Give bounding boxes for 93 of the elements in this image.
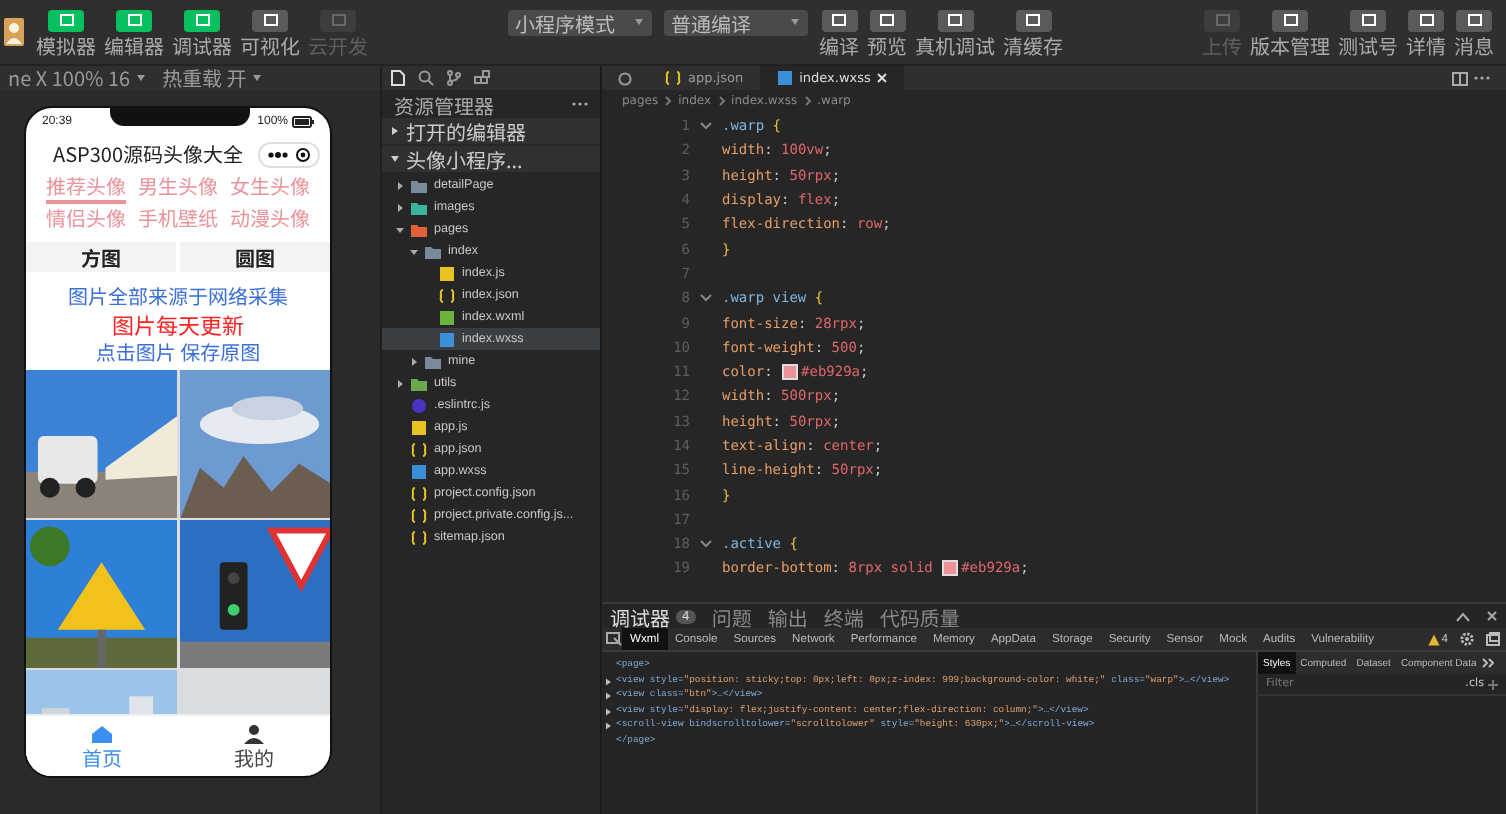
- fold-icon[interactable]: [700, 294, 712, 303]
- file-icon: [410, 441, 428, 457]
- shape-button[interactable]: 圆图: [180, 242, 330, 272]
- fold-icon[interactable]: [700, 540, 712, 549]
- toolbar-icon: [263, 14, 277, 26]
- panel-tab[interactable]: 输出: [767, 601, 808, 631]
- toolbar-icon: [1283, 14, 1297, 26]
- toolbar-button[interactable]: 模拟器: [36, 9, 96, 55]
- caret-icon: [633, 18, 643, 26]
- files-icon[interactable]: [390, 70, 406, 86]
- toolbar-button[interactable]: 测试号: [1338, 9, 1398, 55]
- toolbar-icon: [948, 14, 962, 26]
- chevron-right-icon: [717, 96, 726, 106]
- explorer-section[interactable]: 打开的编辑器: [382, 118, 600, 144]
- chevron-down-icon: [395, 225, 403, 233]
- add-icon[interactable]: [1488, 679, 1498, 689]
- caret-icon: [789, 18, 799, 26]
- home-icon: [90, 724, 114, 744]
- panel-tab[interactable]: 代码质量: [879, 601, 960, 631]
- toolbar-icon: [1026, 14, 1040, 26]
- toolbar-button[interactable]: 调试器: [172, 9, 232, 55]
- file-icon: [775, 70, 794, 86]
- chevron-right-icon[interactable]: [1481, 658, 1494, 668]
- panel-title: 资源管理器: [394, 89, 494, 119]
- toolbar-button[interactable]: 清缓存: [1003, 9, 1063, 55]
- settings-icon[interactable]: [1460, 632, 1474, 646]
- toolbar-icon: [1215, 14, 1229, 26]
- toolbar-icon: [127, 14, 141, 26]
- chevron-right-icon: [409, 357, 417, 365]
- branch-icon[interactable]: [446, 70, 462, 86]
- update-notice: 图片每天更新: [112, 314, 244, 340]
- toolbar-button[interactable]: 版本管理: [1250, 9, 1330, 55]
- chevron-down-icon: [390, 154, 400, 164]
- file-icon: [438, 265, 456, 281]
- toolbar-icon: [832, 14, 846, 26]
- chevron-right-icon: [390, 126, 400, 136]
- file-icon: [410, 507, 428, 523]
- chevron-right-icon: [395, 203, 403, 211]
- toolbar-icon: [1467, 14, 1481, 26]
- toolbar-icon: [1419, 14, 1433, 26]
- fold-icon[interactable]: [700, 122, 712, 131]
- toggle-icon[interactable]: [618, 71, 632, 85]
- file-icon: [438, 287, 456, 303]
- caret-icon: [252, 74, 263, 82]
- panel-tab[interactable]: 问题: [711, 601, 752, 631]
- person-icon: [242, 724, 266, 744]
- page-title: ASP300源码头像大全: [52, 142, 244, 166]
- chevron-right-icon: [395, 181, 403, 189]
- file-icon: [410, 529, 428, 545]
- shape-button[interactable]: 方图: [26, 242, 176, 272]
- panel-tab[interactable]: 终端: [823, 601, 864, 631]
- toolbar-button[interactable]: 编译: [819, 9, 859, 55]
- toolbar-button[interactable]: 消息: [1454, 9, 1494, 55]
- toolbar-icon: [195, 14, 209, 26]
- search-icon[interactable]: [418, 70, 434, 86]
- toolbar-button[interactable]: 详情: [1406, 9, 1446, 55]
- expand-icon[interactable]: [604, 692, 612, 700]
- hot-reload-select[interactable]: 热重载 开: [162, 66, 263, 90]
- file-icon: [410, 463, 428, 479]
- tap-hint: 点击图片 保存原图: [95, 340, 261, 364]
- dock-icon[interactable]: [1486, 632, 1500, 646]
- explorer-section[interactable]: 头像小程序...: [382, 146, 600, 172]
- device-select[interactable]: ne X 100% 16: [8, 66, 147, 90]
- toolbar-button[interactable]: 真机调试: [915, 9, 995, 55]
- chevron-right-icon: [664, 96, 673, 106]
- split-icon[interactable]: [1452, 71, 1468, 85]
- chevron-down-icon: [409, 247, 417, 255]
- toolbar-icon: [59, 14, 73, 26]
- mode-select[interactable]: 小程序模式: [507, 9, 651, 35]
- tabbar-item[interactable]: 我的: [178, 716, 330, 776]
- capsule-menu[interactable]: [258, 142, 320, 168]
- file-icon: [664, 70, 682, 86]
- warning-icon: [1427, 633, 1440, 645]
- caret-icon: [136, 74, 147, 82]
- extensions-icon[interactable]: [474, 70, 490, 86]
- toolbar-icon: [880, 14, 894, 26]
- more-icon[interactable]: [268, 152, 288, 158]
- toolbar-button[interactable]: 预览: [867, 9, 907, 55]
- chevron-right-icon: [395, 379, 403, 387]
- compile-select[interactable]: 普通编译: [663, 9, 807, 35]
- expand-icon[interactable]: [604, 722, 612, 730]
- toolbar-button[interactable]: 编辑器: [104, 9, 164, 55]
- inspect-icon[interactable]: [606, 632, 622, 646]
- toolbar-icon: [331, 14, 345, 26]
- file-icon: [410, 485, 428, 501]
- battery-icon: [292, 116, 314, 128]
- toolbar-icon: [1361, 14, 1375, 26]
- expand-icon[interactable]: [604, 707, 612, 715]
- chevron-up-icon[interactable]: [1456, 611, 1470, 621]
- chevron-right-icon: [803, 96, 812, 106]
- toolbar-button[interactable]: 可视化: [240, 9, 300, 55]
- expand-icon[interactable]: [604, 677, 612, 685]
- notice-text: 图片全部来源于网络采集: [68, 280, 288, 310]
